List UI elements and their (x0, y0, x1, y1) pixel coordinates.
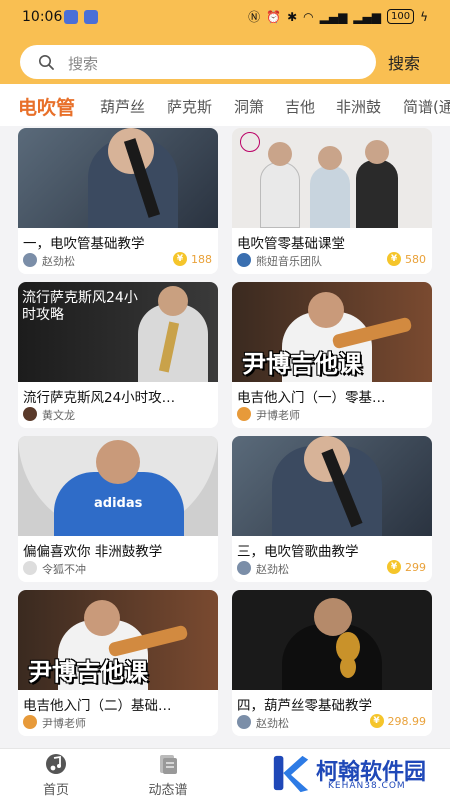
course-author: 熊妞音乐团队 (256, 255, 322, 268)
music-note-icon (46, 754, 66, 774)
coin-icon: ¥ (173, 252, 187, 266)
signal-icon: ▂▄▆ (319, 9, 348, 24)
status-bar: 10:06 Ⓝ ⏰ ✱ ◠ ▂▄▆ ▂▄▆ 100 ϟ (0, 0, 450, 34)
sheet-icon (160, 755, 177, 774)
course-thumbnail (232, 128, 432, 228)
price-badge: ¥ 188 (173, 252, 212, 266)
course-thumbnail: 流行萨克斯风24小 时攻略 (18, 282, 218, 382)
course-thumbnail: 尹博吉他课 (232, 282, 432, 382)
avatar (237, 561, 251, 575)
course-title: 四，葫芦丝零基础教学 (237, 698, 372, 714)
course-author: 赵劲松 (256, 563, 289, 576)
course-price: 580 (405, 252, 426, 266)
course-author: 令狐不冲 (42, 563, 86, 576)
course-title: 电吉他入门（一）零基… (237, 390, 386, 406)
course-title: 电吉他入门（二）基础… (23, 698, 172, 714)
course-price: 298.99 (387, 714, 427, 728)
avatar (237, 253, 251, 267)
battery-indicator: 100 (386, 9, 415, 24)
price-badge: ¥ 299 (387, 560, 426, 574)
course-card[interactable]: 流行萨克斯风24小 时攻略 流行萨克斯风24小时攻… 黄文龙 (18, 282, 218, 428)
course-card[interactable]: 电吹管零基础课堂 熊妞音乐团队 ¥ 580 (232, 128, 432, 274)
thumbnail-caption: 尹博吉他课 (28, 658, 148, 686)
avatar (237, 407, 251, 421)
course-card[interactable]: 三，电吹管歌曲教学 赵劲松 ¥ 299 (232, 436, 432, 582)
course-title: 流行萨克斯风24小时攻… (23, 390, 176, 406)
search-placeholder: 搜索 (68, 55, 99, 73)
tab-saxophone[interactable]: 萨克斯 (167, 96, 212, 117)
k-logo-icon (273, 755, 309, 793)
course-card[interactable]: adidas 偏偏喜欢你 非洲鼓教学 令狐不冲 (18, 436, 218, 582)
shirt-logo: adidas (94, 496, 143, 511)
nav-label: 首页 (42, 783, 69, 798)
bluetooth-icon: ✱ (287, 9, 298, 24)
avatar (23, 715, 37, 729)
watermark-url: KEHAN38.COM (328, 781, 406, 791)
course-title: 偏偏喜欢你 非洲鼓教学 (23, 544, 163, 560)
nav-item-home[interactable]: 首页 (16, 753, 96, 798)
wifi-icon: ◠ (303, 9, 314, 24)
charging-icon: ϟ (420, 9, 428, 24)
course-price: 188 (191, 252, 212, 266)
app-notification-icon (64, 10, 78, 24)
course-author: 尹博老师 (42, 717, 86, 730)
course-price: 299 (405, 560, 426, 574)
search-input[interactable]: 搜索 (20, 45, 376, 79)
course-card[interactable]: 尹博吉他课 电吉他入门（一）零基… 尹博老师 (232, 282, 432, 428)
thumbnail-caption: 流行萨克斯风24小 时攻略 (22, 290, 138, 323)
course-author: 赵劲松 (42, 255, 75, 268)
course-thumbnail (232, 436, 432, 536)
signal-icon: ▂▄▆ (353, 9, 381, 24)
course-thumbnail: 尹博吉他课 (18, 590, 218, 690)
course-card[interactable]: 四，葫芦丝零基础教学 赵劲松 ¥ 298.99 (232, 590, 432, 736)
course-title: 电吹管零基础课堂 (237, 236, 345, 252)
tab-notation[interactable]: 简谱(通 (403, 96, 450, 117)
price-badge: ¥ 298.99 (369, 714, 427, 728)
tab-dongxiao[interactable]: 洞箫 (234, 96, 264, 117)
thumbnail-caption: 尹博吉他课 (242, 350, 362, 378)
tab-hulusi[interactable]: 葫芦丝 (100, 96, 145, 117)
header-bar: 10:06 Ⓝ ⏰ ✱ ◠ ▂▄▆ ▂▄▆ 100 ϟ 搜索 搜索 (0, 0, 450, 84)
nfc-icon: Ⓝ (248, 10, 261, 24)
course-author: 黄文龙 (42, 409, 75, 422)
search-button[interactable]: 搜索 (388, 50, 420, 74)
nav-item-dynamic-score[interactable]: 动态谱 (128, 753, 208, 798)
course-title: 一，电吹管基础教学 (23, 236, 145, 252)
course-author: 赵劲松 (256, 717, 289, 730)
status-time: 10:06 (22, 9, 63, 25)
price-badge: ¥ 580 (387, 252, 426, 266)
course-card[interactable]: 尹博吉他课 电吉他入门（二）基础… 尹博老师 (18, 590, 218, 736)
alarm-icon: ⏰ (266, 9, 282, 24)
status-icons: Ⓝ ⏰ ✱ ◠ ▂▄▆ ▂▄▆ 100 ϟ (248, 8, 428, 25)
coin-icon: ¥ (387, 560, 401, 574)
coin-icon: ¥ (387, 252, 401, 266)
watermark-logo: 柯翰软件园 KEHAN38.COM (268, 750, 440, 796)
search-icon (39, 55, 54, 70)
course-thumbnail (232, 590, 432, 690)
course-author: 尹博老师 (256, 409, 300, 422)
tab-african-drum[interactable]: 非洲鼓 (336, 96, 381, 117)
course-title: 三，电吹管歌曲教学 (237, 544, 359, 560)
app-notification-icon (84, 10, 98, 24)
course-thumbnail: adidas (18, 436, 218, 536)
category-tabs: 电吹管 葫芦丝 萨克斯 洞箫 吉他 非洲鼓 简谱(通 (0, 84, 450, 126)
avatar (237, 715, 251, 729)
coin-icon: ¥ (369, 714, 384, 728)
course-card[interactable]: 一，电吹管基础教学 赵劲松 ¥ 188 (18, 128, 218, 274)
avatar (23, 407, 37, 421)
tab-guitar[interactable]: 吉他 (285, 96, 315, 117)
nav-label: 动态谱 (148, 783, 188, 798)
avatar (23, 561, 37, 575)
tab-electric-wind[interactable]: 电吹管 (18, 93, 75, 120)
avatar (23, 253, 37, 267)
course-thumbnail (18, 128, 218, 228)
